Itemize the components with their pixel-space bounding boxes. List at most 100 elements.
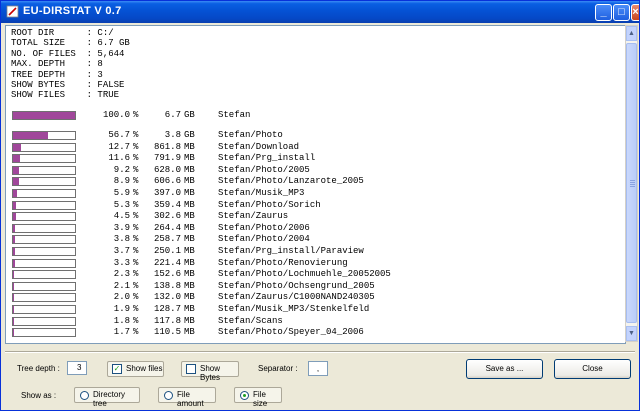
summary-line: TOTAL SIZE : 6.7 GB — [11, 38, 130, 49]
entry-unit: MB — [184, 304, 195, 314]
minimize-button[interactable]: _ — [595, 4, 612, 21]
entry-percent: 9.2 — [113, 164, 130, 175]
percent-sign: % — [133, 280, 139, 291]
vertical-scrollbar[interactable]: ▲ ▼ — [625, 25, 638, 342]
entry-size: 264.4 — [153, 222, 181, 233]
show-bytes-checkbox[interactable]: Show Bytes — [181, 361, 239, 382]
entry-percent: 5.3 — [113, 199, 130, 210]
percent-sign: % — [133, 188, 139, 198]
summary-line: TREE DEPTH : 3 — [11, 69, 103, 80]
entry-percent: 100.0 — [102, 110, 130, 120]
entry-path: Stefan/Zaurus — [218, 211, 289, 222]
entry-unit: MB — [184, 234, 195, 245]
percent-sign: % — [133, 199, 139, 210]
summary-line: ROOT DIR : C:/ — [11, 28, 114, 38]
title-bar[interactable]: EU-DIRSTAT V 0.7 _ □ × — [1, 1, 639, 23]
table-row: 3.7% 250.1 MB Stefan/Prg_install/Paraview — [6, 246, 618, 257]
entry-path: Stefan/Photo — [218, 130, 283, 140]
usage-bar-fill — [13, 132, 49, 139]
percent-sign: % — [133, 327, 139, 338]
app-icon — [6, 5, 19, 18]
radio-file-amount-circle — [164, 391, 173, 400]
report-view[interactable]: ROOT DIR : C:/TOTAL SIZE : 6.7 GB NO. OF … — [5, 25, 626, 344]
summary-info: ROOT DIR : C:/TOTAL SIZE : 6.7 GB NO. OF … — [11, 28, 130, 101]
radio-file-size-label: File size — [253, 390, 268, 408]
table-row: 8.9% 606.6 MB Stefan/Photo/Lanzarote_2005 — [6, 176, 618, 187]
separator-label: Separator : — [258, 364, 298, 373]
percent-sign: % — [133, 211, 139, 222]
table-row: 1.8% 117.8 MB Stefan/Scans — [6, 316, 618, 327]
radio-directory-tree[interactable]: Directory tree — [74, 387, 140, 408]
radio-file-size[interactable]: File size — [234, 387, 282, 408]
entry-unit: MB — [184, 315, 195, 326]
app-window: EU-DIRSTAT V 0.7 _ □ × ROOT DIR : C:/TOT… — [0, 0, 640, 411]
save-as-button[interactable]: Save as ... — [466, 359, 543, 379]
entry-size: 302.6 — [153, 211, 181, 222]
usage-bar-fill — [13, 143, 21, 151]
entry-path: Stefan/Zaurus/C1000NAND240305 — [218, 292, 375, 303]
scroll-thumb[interactable] — [626, 43, 637, 323]
entry-size: 861.8 — [153, 141, 181, 152]
entry-percent: 4.5 — [113, 211, 130, 222]
table-row: 5.9% 397.0 MB Stefan/Musik_MP3 — [6, 188, 618, 199]
show-files-checkbox[interactable]: ✓ Show files — [107, 361, 164, 377]
entry-size: 152.6 — [153, 269, 181, 280]
radio-directory-tree-circle — [80, 391, 89, 400]
maximize-button[interactable]: □ — [613, 4, 630, 21]
entry-path: Stefan/Photo/Speyer_04_2006 — [218, 327, 364, 338]
percent-sign: % — [133, 304, 139, 314]
usage-bar-fill — [13, 166, 19, 174]
entry-size: 250.1 — [153, 246, 181, 256]
radio-file-amount[interactable]: File amount — [158, 387, 216, 408]
entry-path: Stefan/Photo/Lanzarote_2005 — [218, 176, 364, 187]
entry-path: Stefan/Prg_install — [218, 153, 316, 164]
table-row: 3.8% 258.7 MB Stefan/Photo/2004 — [6, 234, 618, 245]
table-row: 11.6% 791.9 MB Stefan/Prg_install — [6, 153, 618, 164]
entry-path: Stefan/Scans — [218, 315, 283, 326]
tree-depth-input[interactable]: 3 — [67, 361, 87, 375]
entry-percent: 2.0 — [113, 292, 130, 303]
radio-directory-tree-label: Directory tree — [93, 390, 126, 408]
entry-path: Stefan/Download — [218, 141, 300, 152]
percent-sign: % — [133, 141, 139, 152]
percent-sign: % — [133, 164, 139, 175]
close-button[interactable]: Close — [554, 359, 631, 379]
entry-path: Stefan/Photo/Lochmuehle_20052005 — [218, 269, 391, 280]
table-row: 12.7% 861.8 MB Stefan/Download — [6, 142, 618, 153]
separator-input[interactable]: , — [308, 361, 328, 376]
scroll-up-arrow-icon[interactable]: ▲ — [626, 26, 637, 41]
percent-sign: % — [133, 153, 139, 164]
entry-size: 221.4 — [153, 257, 181, 268]
table-row: 1.7% 110.5 MB Stefan/Photo/Speyer_04_2006 — [6, 327, 618, 338]
entry-percent: 3.3 — [113, 257, 130, 268]
tree-depth-label: Tree depth : — [17, 364, 60, 373]
entry-size: 110.5 — [153, 327, 181, 338]
entry-percent: 3.9 — [113, 222, 130, 233]
entry-path: Stefan/Photo/2005 — [218, 164, 310, 175]
close-icon: × — [632, 6, 639, 18]
divider — [5, 351, 635, 353]
table-row: 56.7% 3.8 GB Stefan/Photo — [6, 130, 618, 141]
entry-unit: MB — [184, 176, 195, 187]
percent-sign: % — [133, 234, 139, 245]
show-files-check-icon: ✓ — [112, 364, 122, 374]
scroll-down-arrow-icon[interactable]: ▼ — [626, 326, 637, 341]
entry-unit: MB — [184, 199, 195, 210]
entry-size: 6.7 — [164, 110, 181, 120]
table-row: 5.3% 359.4 MB Stefan/Photo/Sorich — [6, 200, 618, 211]
show-bytes-label: Show Bytes — [200, 364, 221, 382]
entry-percent: 5.9 — [113, 188, 130, 198]
usage-bar-fill — [13, 155, 21, 163]
table-row: 3.3% 221.4 MB Stefan/Photo/Renovierung — [6, 258, 618, 269]
entry-size: 258.7 — [153, 234, 181, 245]
percent-sign: % — [133, 315, 139, 326]
entry-percent: 2.1 — [113, 280, 130, 291]
close-window-button[interactable]: × — [631, 4, 639, 21]
show-bytes-check-icon — [186, 364, 196, 374]
entry-path: Stefan/Photo/Ochsengrund_2005 — [218, 280, 375, 291]
percent-sign: % — [133, 269, 139, 280]
entry-size: 128.7 — [153, 304, 181, 314]
entry-percent: 12.7 — [108, 141, 130, 152]
show-files-label: Show files — [126, 364, 163, 373]
entry-size: 628.0 — [153, 164, 181, 175]
